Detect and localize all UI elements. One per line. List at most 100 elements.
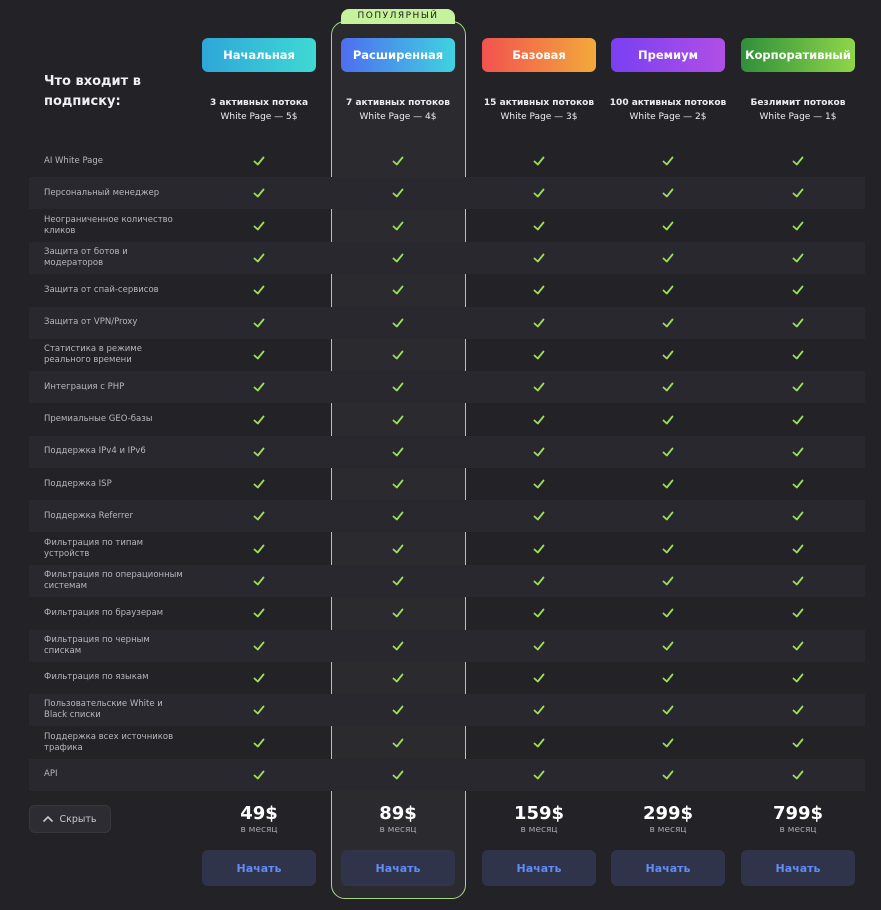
plan-streams: 7 активных потоков [346, 98, 450, 108]
check-icon [253, 253, 265, 263]
check-icon [533, 673, 545, 683]
check-icon [662, 544, 674, 554]
check-icon [792, 189, 804, 198]
check-icon [792, 544, 804, 554]
check-icon [533, 544, 545, 554]
plan-name-badge: Базовая [482, 38, 596, 72]
feature-label: Поддержка ISP [44, 478, 112, 489]
check-icon [662, 285, 674, 295]
check-icon [253, 156, 265, 166]
check-icon [253, 576, 265, 586]
check-icon [792, 576, 804, 586]
check-icon [392, 479, 404, 489]
check-icon [392, 673, 404, 683]
feature-label: Защита от ботов и модераторов [44, 247, 128, 269]
plan-price-amount: 299$ [642, 803, 694, 824]
plan-name-badge: Корпоративный [741, 38, 855, 72]
check-icon [533, 350, 545, 360]
plan-price-period: в месяц [779, 825, 817, 835]
check-icon [792, 447, 804, 457]
start-button[interactable]: Начать [482, 850, 596, 886]
check-icon [792, 705, 804, 715]
check-icon [662, 253, 674, 263]
plan-price-period: в месяц [240, 825, 278, 835]
check-icon [392, 641, 404, 651]
check-icon [392, 221, 404, 231]
feature-label: Поддержка Referrer [44, 510, 134, 521]
check-icon [392, 318, 404, 328]
check-icon [533, 318, 545, 328]
check-icon [792, 156, 804, 166]
check-icon [662, 350, 674, 360]
check-icon [792, 608, 804, 618]
features-intro-title: Что входит в подписку: [44, 74, 141, 109]
hide-features-button[interactable]: Скрыть [29, 805, 111, 833]
plan-streams: Безлимит потоков [750, 98, 846, 108]
start-button[interactable]: Начать [741, 850, 855, 886]
check-icon [392, 705, 404, 715]
check-icon [662, 318, 674, 328]
feature-label: API [44, 769, 58, 780]
start-button[interactable]: Начать [611, 850, 725, 886]
feature-label: Поддержка всех источников трафика [44, 731, 174, 753]
start-button[interactable]: Начать [202, 850, 316, 886]
check-icon [253, 544, 265, 554]
plan-white-page-price: White Page — 5$ [220, 112, 298, 122]
check-icon [253, 479, 265, 489]
plan-price-period: в месяц [649, 825, 687, 835]
check-icon [662, 156, 674, 166]
check-icon [392, 738, 404, 747]
feature-label: Неограниченное количество кликов [44, 214, 173, 236]
plan-price: 159$ в месяц [469, 804, 609, 836]
feature-label: Фильтрация по операционным системам [44, 570, 183, 592]
check-icon [662, 382, 674, 392]
feature-label: Фильтрация по черным спискам [44, 634, 150, 656]
check-icon [392, 447, 404, 457]
check-icon [792, 770, 804, 780]
feature-label: Статистика в режиме реального времени [44, 343, 142, 365]
check-icon [533, 705, 545, 715]
check-icon [533, 189, 545, 198]
check-icon [253, 738, 265, 747]
check-icon [792, 415, 804, 424]
popular-badge: ПОПУЛЯРНЫЙ [341, 9, 455, 24]
check-icon [533, 156, 545, 166]
plan-description: 3 активных потока White Page — 5$ [189, 96, 329, 124]
check-icon [253, 318, 265, 328]
feature-label: Фильтрация по типам устройств [44, 537, 144, 559]
plan-price-period: в месяц [520, 825, 558, 835]
check-icon [792, 641, 804, 651]
plan-streams: 3 активных потока [209, 98, 309, 108]
plan-price: 49$ в месяц [189, 804, 329, 836]
feature-label: Фильтрация по браузерам [44, 607, 164, 618]
plan-name-badge: Премиум [611, 38, 725, 72]
check-icon [662, 770, 674, 780]
chevron-up-icon [43, 815, 54, 822]
start-button[interactable]: Начать [341, 850, 455, 886]
check-icon [253, 189, 265, 198]
check-icon [533, 447, 545, 457]
feature-label: Пользовательские White и Black списки [44, 699, 163, 721]
check-icon [662, 673, 674, 683]
check-icon [792, 382, 804, 392]
feature-label: Интеграция с PHP [44, 381, 125, 392]
plan-price: 299$ в месяц [598, 804, 738, 836]
check-icon [253, 512, 265, 521]
feature-label: Персональный менеджер [44, 187, 160, 198]
check-icon [253, 285, 265, 295]
plan-price: 89$ в месяц [328, 804, 468, 836]
plan-price-amount: 49$ [240, 803, 278, 824]
check-icon [253, 447, 265, 457]
check-icon [253, 705, 265, 715]
check-icon [253, 641, 265, 651]
check-icon [662, 738, 674, 747]
feature-label: Премиальные GEO-базы [44, 414, 153, 425]
plan-name-badge: Расширенная [341, 38, 455, 72]
check-icon [662, 447, 674, 457]
check-icon [392, 576, 404, 586]
plan-streams: 15 активных потоков [483, 98, 595, 108]
hide-features-label: Скрыть [59, 813, 97, 825]
check-icon [533, 382, 545, 392]
plan-white-page-price: White Page — 4$ [359, 112, 437, 122]
feature-label: Защита от VPN/Proxy [44, 317, 138, 328]
